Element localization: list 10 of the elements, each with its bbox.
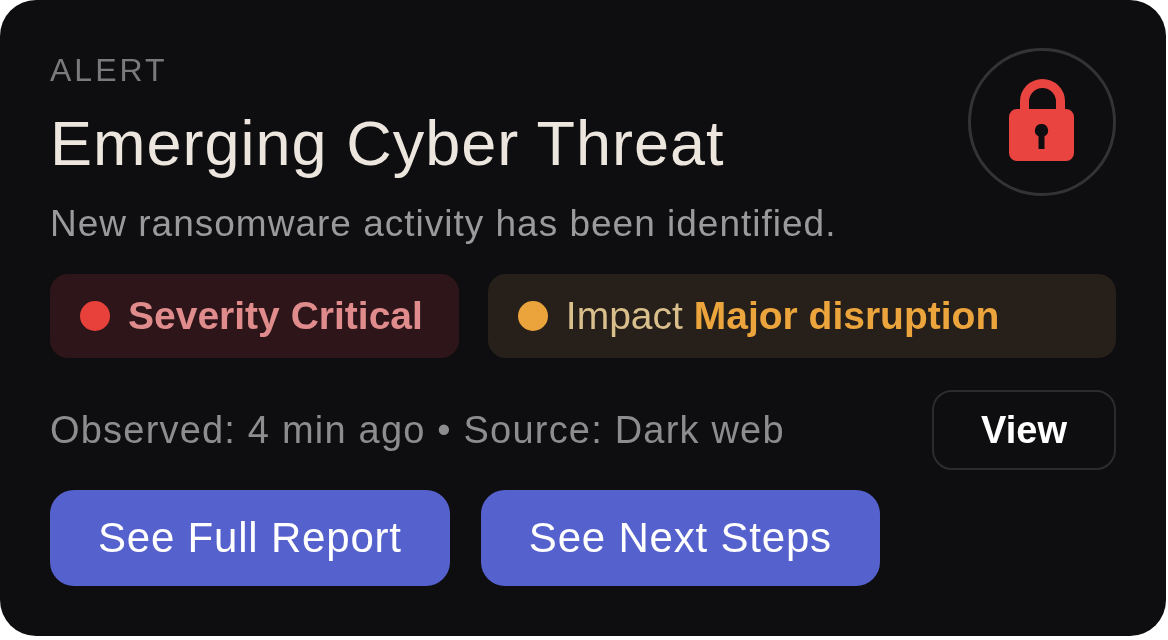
view-button[interactable]: View <box>932 390 1116 470</box>
tag-text: Severity Critical <box>128 292 423 339</box>
tag-text: Impact Major disruption <box>565 292 1000 339</box>
action-button[interactable]: See Full Report <box>50 490 450 586</box>
lock-icon <box>968 48 1116 196</box>
alert-label: ALERT <box>50 54 168 86</box>
alert-description: New ransomware activity has been identified. <box>50 202 837 246</box>
alert-meta-text: Observed: 4 min ago • Source: Dark web <box>50 408 785 452</box>
action-button[interactable]: See Next Steps <box>480 490 880 586</box>
alert-title: Emerging Cyber Threat <box>50 109 725 177</box>
